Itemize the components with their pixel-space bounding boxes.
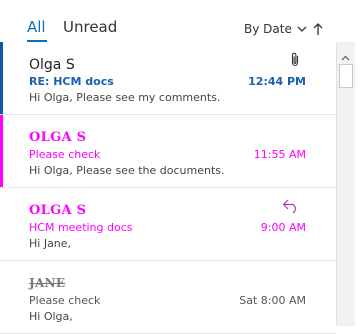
message-list: Olga S RE: HCM docs 12:44 PM Hi Olga, Pl… (0, 42, 336, 334)
message-sender: OLGA S (29, 203, 87, 218)
message-time: 11:55 AM (253, 148, 306, 161)
message-time: 12:44 PM (248, 75, 306, 88)
sort-label: By Date (244, 22, 292, 36)
message-item[interactable]: JANE Please check Sat 8:00 AM Hi Olga, (0, 261, 336, 334)
vertical-scrollbar[interactable] (336, 42, 355, 326)
message-time: 9:00 AM (260, 221, 306, 234)
message-sender: JANE (29, 276, 66, 290)
selection-indicator (0, 42, 3, 114)
tab-unread[interactable]: Unread (63, 18, 117, 36)
reply-arrow-icon (282, 198, 300, 218)
message-preview: Hi Olga, Please see my comments. (29, 91, 221, 104)
unread-indicator (0, 115, 3, 187)
message-sender: Olga S (29, 57, 75, 73)
tab-all[interactable]: All (27, 18, 46, 36)
scroll-up-arrow-icon[interactable] (341, 46, 350, 65)
message-preview: Hi Olga, (29, 310, 73, 323)
message-subject: RE: HCM docs (29, 75, 114, 88)
message-preview: Hi Jane, (29, 237, 72, 250)
message-time: Sat 8:00 AM (239, 294, 306, 307)
message-item[interactable]: OLGA S Please check 11:55 AM Hi Olga, Pl… (0, 115, 336, 188)
scrollbar-thumb[interactable] (339, 64, 353, 88)
message-preview: Hi Olga, Please see the documents. (29, 164, 225, 177)
message-list-header: All Unread By Date (0, 0, 336, 42)
message-item[interactable]: OLGA S HCM meeting docs 9:00 AM Hi Jane, (0, 188, 336, 261)
chevron-down-icon (297, 26, 307, 33)
message-sender: OLGA S (29, 130, 87, 145)
sort-by-dropdown[interactable]: By Date (244, 22, 307, 36)
message-item[interactable]: Olga S RE: HCM docs 12:44 PM Hi Olga, Pl… (0, 42, 336, 115)
message-subject: Please check (29, 294, 101, 307)
message-subject: Please check (29, 148, 101, 161)
arrow-up-icon[interactable] (313, 21, 323, 40)
paperclip-icon (290, 52, 300, 72)
message-subject: HCM meeting docs (29, 221, 133, 234)
